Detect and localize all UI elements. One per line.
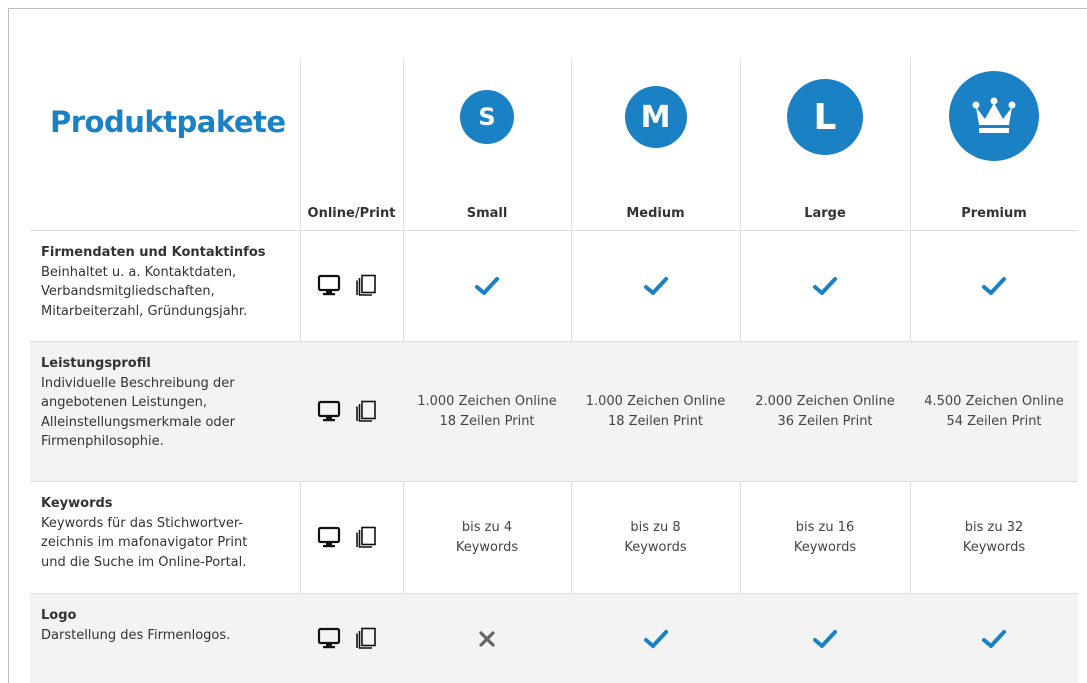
row-title: Leistungsprofil (41, 356, 151, 371)
monitor-icon (317, 400, 341, 421)
row-description: Keywords Keywords für das Stichwortver- z… (41, 494, 291, 572)
cell-text: 1.000 Zeichen Online 18 Zeilen Print (417, 392, 557, 432)
row-desc-text: Beinhaltet u. a. Kontaktdaten, Verbandsm… (41, 264, 248, 319)
cell-text: 2.000 Zeichen Online 36 Zeilen Print (755, 392, 895, 432)
table-row: Firmendaten und Kontaktinfos Beinhaltet u… (30, 231, 1078, 341)
cell-line-1: 4.500 Zeichen Online (924, 393, 1064, 409)
table-cell (571, 594, 740, 683)
cell-line-2: Keywords (624, 539, 687, 555)
page-title: Produktpakete (50, 105, 286, 139)
column-header-large: Large (804, 206, 846, 221)
cell-line-1: bis zu 8 (630, 519, 681, 535)
checkmark-icon (813, 277, 837, 295)
row-title: Keywords (41, 496, 113, 511)
cell-line-1: 1.000 Zeichen Online (585, 393, 726, 409)
checkmark-icon (813, 629, 837, 648)
monitor-icon (317, 526, 341, 547)
cell-text: bis zu 4 Keywords (456, 518, 518, 558)
cell-text: 4.500 Zeichen Online 54 Zeilen Print (924, 392, 1064, 432)
cell-line-1: bis zu 4 (461, 519, 513, 535)
crown-icon (972, 97, 1016, 133)
table-cell: bis zu 4 Keywords (403, 482, 571, 593)
media-icons (317, 627, 377, 649)
cell-line-1: 1.000 Zeichen Online (417, 393, 557, 409)
row-desc-text: Individuelle Beschreibung der angebotene… (41, 375, 236, 450)
media-icons (317, 274, 377, 296)
table-row: Keywords Keywords für das Stichwortver- z… (30, 482, 1078, 593)
table-cell: 1.000 Zeichen Online 18 Zeilen Print (403, 342, 571, 481)
table-cell (403, 594, 571, 683)
cell-text: bis zu 32 Keywords (963, 518, 1025, 558)
cell-line-2: 36 Zeilen Print (777, 413, 873, 429)
cell-text: 1.000 Zeichen Online 18 Zeilen Print (586, 392, 726, 432)
cell-line-2: 18 Zeilen Print (439, 413, 535, 429)
table-cell: bis zu 32 Keywords (910, 482, 1078, 593)
checkmark-icon (643, 629, 668, 648)
table-cell (740, 231, 910, 341)
table-cell (910, 231, 1078, 341)
row-description: Logo Darstellung des Firmenlogos. (41, 606, 291, 645)
cell-text: bis zu 16 Keywords (794, 518, 856, 558)
table-cell: bis zu 16 Keywords (740, 482, 910, 593)
table-cell: bis zu 8 Keywords (571, 482, 740, 593)
column-header-medium: Medium (626, 206, 685, 221)
cross-icon (479, 630, 495, 647)
table-row: Logo Darstellung des Firmenlogos. (30, 594, 1078, 683)
cell-line-1: bis zu 32 (964, 519, 1024, 535)
row-desc-text: Keywords für das Stichwortver- zeichnis … (41, 515, 248, 570)
print-icon (356, 627, 376, 649)
package-badge-medium: M (624, 86, 687, 148)
table-row: Leistungsprofil Individuelle Beschreibung… (30, 342, 1078, 481)
row-description: Leistungsprofil Individuelle Beschreibung… (41, 354, 291, 452)
column-header-online-print: Online/Print (307, 206, 396, 221)
media-icons (317, 400, 377, 422)
table-cell: 1.000 Zeichen Online 18 Zeilen Print (571, 342, 740, 481)
column-header-premium: Premium (961, 206, 1027, 221)
checkmark-icon (982, 277, 1006, 295)
column-header-small: Small (466, 206, 508, 221)
print-icon (356, 526, 376, 548)
package-badge-large: L (787, 79, 863, 155)
checkmark-icon (643, 277, 668, 295)
table-cell (740, 594, 910, 683)
checkmark-icon (475, 277, 499, 295)
row-desc-text: Darstellung des Firmenlogos. (41, 627, 231, 643)
print-icon (356, 400, 376, 422)
table-cell (403, 231, 571, 341)
cell-line-2: 54 Zeilen Print (946, 413, 1042, 429)
package-badge-premium (949, 71, 1039, 161)
package-badge-small: S (460, 90, 514, 144)
row-title: Firmendaten und Kontaktinfos (41, 245, 266, 260)
table-cell (571, 231, 740, 341)
cell-text: bis zu 8 Keywords (624, 518, 686, 558)
cell-line-2: Keywords (962, 539, 1026, 555)
row-title: Logo (41, 608, 77, 623)
media-icons (317, 526, 377, 548)
cell-line-2: 18 Zeilen Print (607, 413, 704, 429)
row-description: Firmendaten und Kontaktinfos Beinhaltet u… (41, 243, 291, 321)
monitor-icon (317, 627, 341, 648)
cell-line-2: Keywords (455, 539, 519, 555)
table-cell: 2.000 Zeichen Online 36 Zeilen Print (740, 342, 910, 481)
cell-line-1: 2.000 Zeichen Online (755, 393, 895, 409)
table-cell (910, 594, 1078, 683)
monitor-icon (317, 274, 341, 296)
cell-line-1: bis zu 16 (795, 519, 855, 535)
checkmark-icon (982, 629, 1006, 648)
table-cell: 4.500 Zeichen Online 54 Zeilen Print (910, 342, 1078, 481)
print-icon (356, 274, 376, 296)
cell-line-2: Keywords (793, 539, 857, 555)
